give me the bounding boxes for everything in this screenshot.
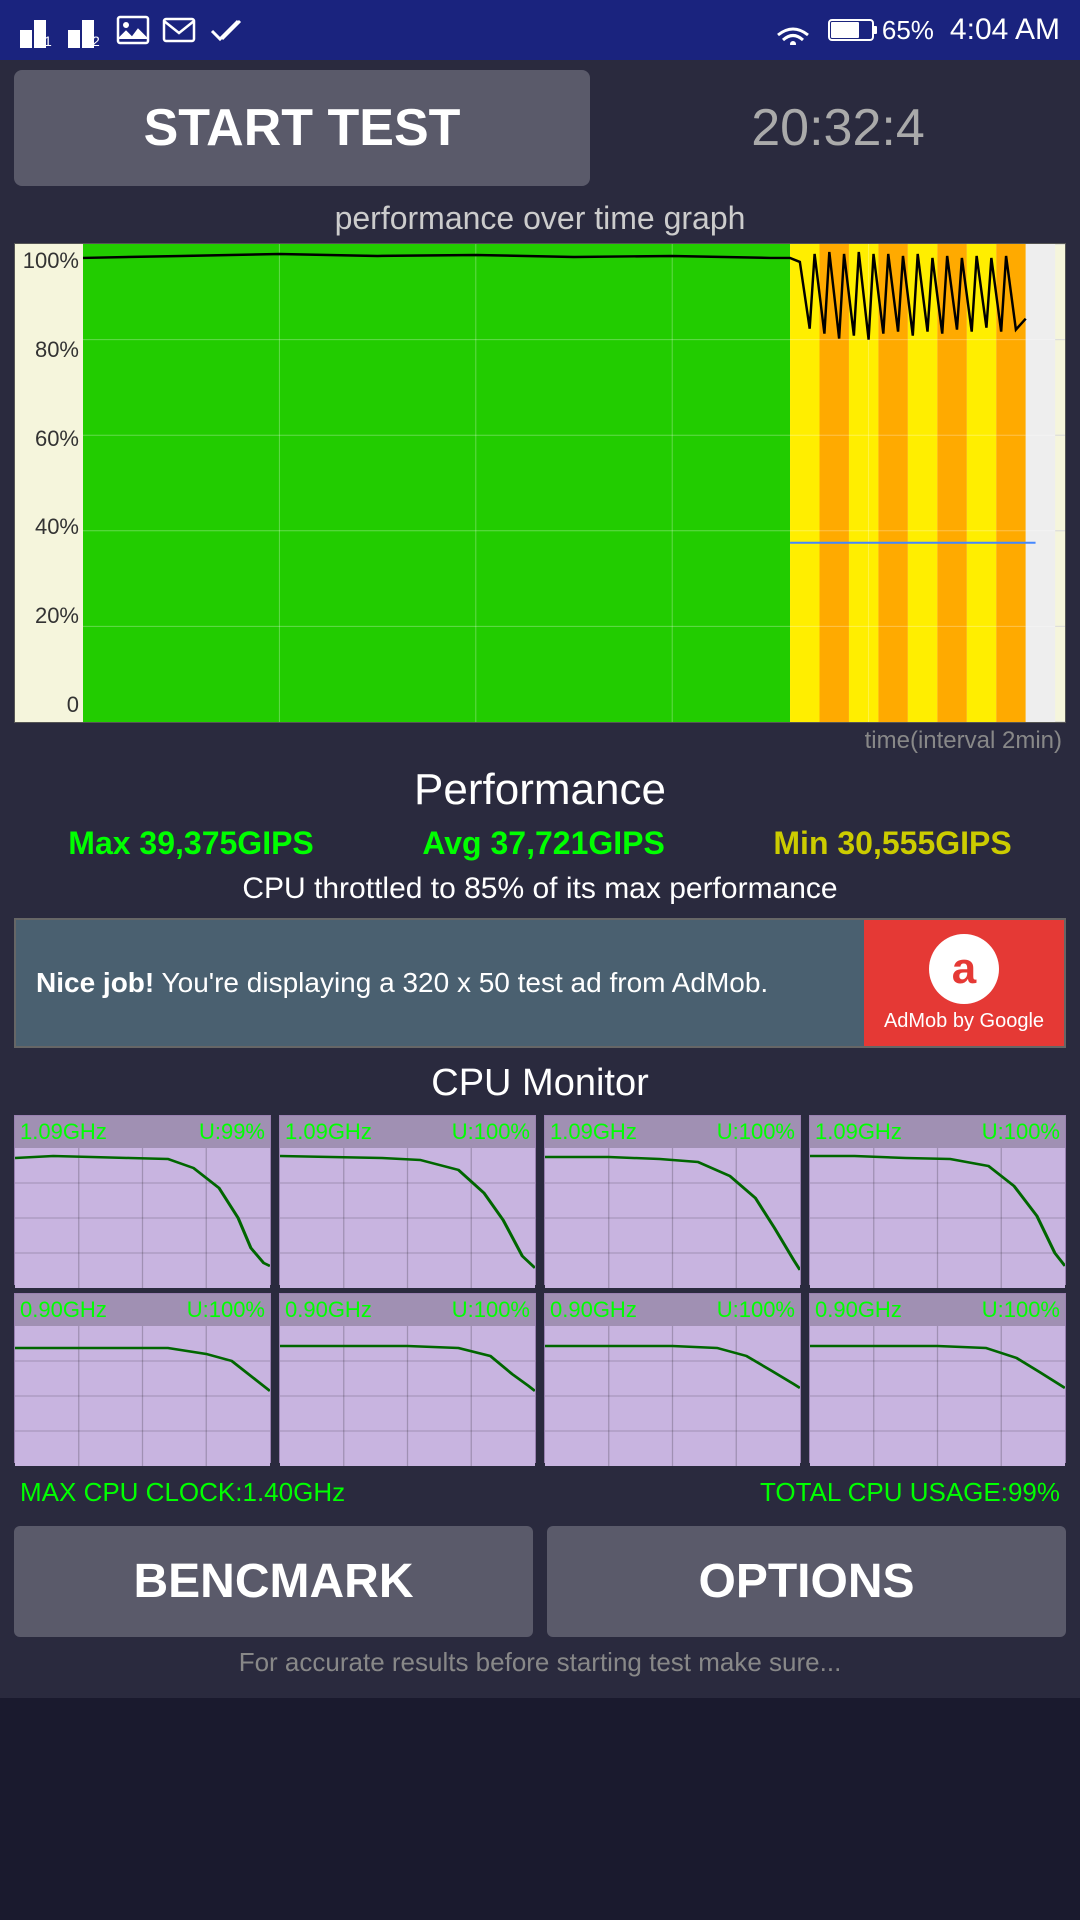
performance-title: Performance bbox=[14, 765, 1066, 815]
status-right: 65% 4:04 AM bbox=[774, 13, 1060, 47]
y-label-0: 0 bbox=[19, 692, 79, 718]
mail-icon bbox=[162, 13, 196, 47]
cpu-core-1: 1.09GHz U:100% bbox=[279, 1115, 536, 1285]
cpu-core-0-graph bbox=[15, 1148, 270, 1288]
cpu-core-0-header: 1.09GHz U:99% bbox=[15, 1116, 270, 1148]
graph-inner bbox=[83, 244, 1065, 722]
cpu-core-4-usage: U:100% bbox=[187, 1297, 265, 1323]
signal2-icon: 2 bbox=[68, 12, 104, 48]
cpu-core-4-header: 0.90GHz U:100% bbox=[15, 1294, 270, 1326]
cpu-core-5-usage: U:100% bbox=[452, 1297, 530, 1323]
battery-indicator: 65% bbox=[828, 15, 934, 46]
cpu-core-2: 1.09GHz U:100% bbox=[544, 1115, 801, 1285]
cpu-core-5-freq: 0.90GHz bbox=[285, 1297, 372, 1323]
main-content: START TEST 20:32:4 performance over time… bbox=[0, 60, 1080, 1698]
benchmark-button[interactable]: BENCMARK bbox=[14, 1526, 533, 1637]
cpu-monitor-title: CPU Monitor bbox=[14, 1062, 1066, 1105]
cpu-core-1-header: 1.09GHz U:100% bbox=[280, 1116, 535, 1148]
perf-avg: Avg 37,721GIPS bbox=[422, 825, 665, 862]
cpu-core-5-graph bbox=[280, 1326, 535, 1466]
performance-section: Performance Max 39,375GIPS Avg 37,721GIP… bbox=[14, 765, 1066, 906]
bottom-buttons: BENCMARK OPTIONS bbox=[14, 1526, 1066, 1637]
graph-time-label: time(interval 2min) bbox=[14, 727, 1066, 755]
cpu-core-6: 0.90GHz U:100% bbox=[544, 1293, 801, 1463]
svg-text:1: 1 bbox=[44, 33, 52, 48]
cpu-core-7-freq: 0.90GHz bbox=[815, 1297, 902, 1323]
status-bar: 1 2 bbox=[0, 0, 1080, 60]
admob-text: Nice job! You're displaying a 320 x 50 t… bbox=[16, 949, 864, 1016]
cpu-core-6-usage: U:100% bbox=[717, 1297, 795, 1323]
cpu-core-1-usage: U:100% bbox=[452, 1119, 530, 1145]
cpu-core-0-freq: 1.09GHz bbox=[20, 1119, 107, 1145]
cpu-core-5-header: 0.90GHz U:100% bbox=[280, 1294, 535, 1326]
cpu-core-6-freq: 0.90GHz bbox=[550, 1297, 637, 1323]
signal1-icon: 1 bbox=[20, 12, 56, 48]
cpu-core-4-freq: 0.90GHz bbox=[20, 1297, 107, 1323]
admob-logo-circle: a bbox=[929, 934, 999, 1004]
cpu-core-2-usage: U:100% bbox=[717, 1119, 795, 1145]
perf-min: Min 30,555GIPS bbox=[773, 825, 1011, 862]
graph-container: 100% 80% 60% 40% 20% 0 bbox=[14, 243, 1066, 723]
max-cpu-clock: MAX CPU CLOCK:1.40GHz bbox=[20, 1477, 345, 1508]
svg-text:2: 2 bbox=[92, 33, 100, 48]
footer-hint: For accurate results before starting tes… bbox=[14, 1647, 1066, 1688]
cpu-core-6-graph bbox=[545, 1326, 800, 1466]
start-test-button[interactable]: START TEST bbox=[14, 70, 590, 186]
cpu-core-2-freq: 1.09GHz bbox=[550, 1119, 637, 1145]
y-label-40: 40% bbox=[19, 514, 79, 540]
graph-svg bbox=[83, 244, 1065, 722]
cpu-core-6-header: 0.90GHz U:100% bbox=[545, 1294, 800, 1326]
battery-percent: 65% bbox=[882, 15, 934, 46]
timer-display: 20:32:4 bbox=[610, 98, 1066, 158]
cpu-core-1-freq: 1.09GHz bbox=[285, 1119, 372, 1145]
y-label-20: 20% bbox=[19, 603, 79, 629]
options-button[interactable]: OPTIONS bbox=[547, 1526, 1066, 1637]
status-left: 1 2 bbox=[20, 12, 242, 48]
admob-nicejob: Nice job! bbox=[36, 967, 154, 998]
graph-title: performance over time graph bbox=[14, 200, 1066, 237]
graph-y-labels: 100% 80% 60% 40% 20% 0 bbox=[15, 244, 83, 722]
cpu-core-7-usage: U:100% bbox=[982, 1297, 1060, 1323]
clock: 4:04 AM bbox=[950, 13, 1060, 47]
top-row: START TEST 20:32:4 bbox=[14, 70, 1066, 186]
y-label-80: 80% bbox=[19, 337, 79, 363]
cpu-core-4: 0.90GHz U:100% bbox=[14, 1293, 271, 1463]
cpu-core-1-graph bbox=[280, 1148, 535, 1288]
cpu-monitor-section: CPU Monitor 1.09GHz U:99% bbox=[14, 1062, 1066, 1688]
cpu-core-7-header: 0.90GHz U:100% bbox=[810, 1294, 1065, 1326]
cpu-core-2-header: 1.09GHz U:100% bbox=[545, 1116, 800, 1148]
total-cpu-usage: TOTAL CPU USAGE:99% bbox=[760, 1477, 1060, 1508]
wifi-icon bbox=[774, 15, 812, 45]
cpu-core-2-graph bbox=[545, 1148, 800, 1288]
cpu-core-3-header: 1.09GHz U:100% bbox=[810, 1116, 1065, 1148]
admob-banner[interactable]: Nice job! You're displaying a 320 x 50 t… bbox=[14, 918, 1066, 1048]
check-icon bbox=[208, 13, 242, 47]
cpu-core-3: 1.09GHz U:100% bbox=[809, 1115, 1066, 1285]
cpu-core-grid: 1.09GHz U:99% bbox=[14, 1115, 1066, 1463]
image-icon bbox=[116, 13, 150, 47]
cpu-footer: MAX CPU CLOCK:1.40GHz TOTAL CPU USAGE:99… bbox=[14, 1473, 1066, 1512]
perf-throttle: CPU throttled to 85% of its max performa… bbox=[14, 872, 1066, 906]
perf-max: Max 39,375GIPS bbox=[68, 825, 313, 862]
cpu-core-7-graph bbox=[810, 1326, 1065, 1466]
cpu-core-0: 1.09GHz U:99% bbox=[14, 1115, 271, 1285]
cpu-core-3-graph bbox=[810, 1148, 1065, 1288]
cpu-core-5: 0.90GHz U:100% bbox=[279, 1293, 536, 1463]
y-label-60: 60% bbox=[19, 426, 79, 452]
cpu-core-0-usage: U:99% bbox=[199, 1119, 265, 1145]
battery-icon bbox=[828, 17, 878, 43]
y-label-100: 100% bbox=[19, 248, 79, 274]
performance-stats: Max 39,375GIPS Avg 37,721GIPS Min 30,555… bbox=[14, 825, 1066, 862]
admob-message: You're displaying a 320 x 50 test ad fro… bbox=[162, 967, 769, 998]
admob-logo: a AdMob by Google bbox=[864, 920, 1064, 1046]
performance-graph-section: performance over time graph 100% 80% 60%… bbox=[14, 200, 1066, 755]
cpu-core-7: 0.90GHz U:100% bbox=[809, 1293, 1066, 1463]
admob-brand: AdMob by Google bbox=[884, 1010, 1044, 1033]
cpu-core-3-usage: U:100% bbox=[982, 1119, 1060, 1145]
cpu-core-4-graph bbox=[15, 1326, 270, 1466]
cpu-core-3-freq: 1.09GHz bbox=[815, 1119, 902, 1145]
admob-logo-letter: a bbox=[952, 944, 976, 994]
